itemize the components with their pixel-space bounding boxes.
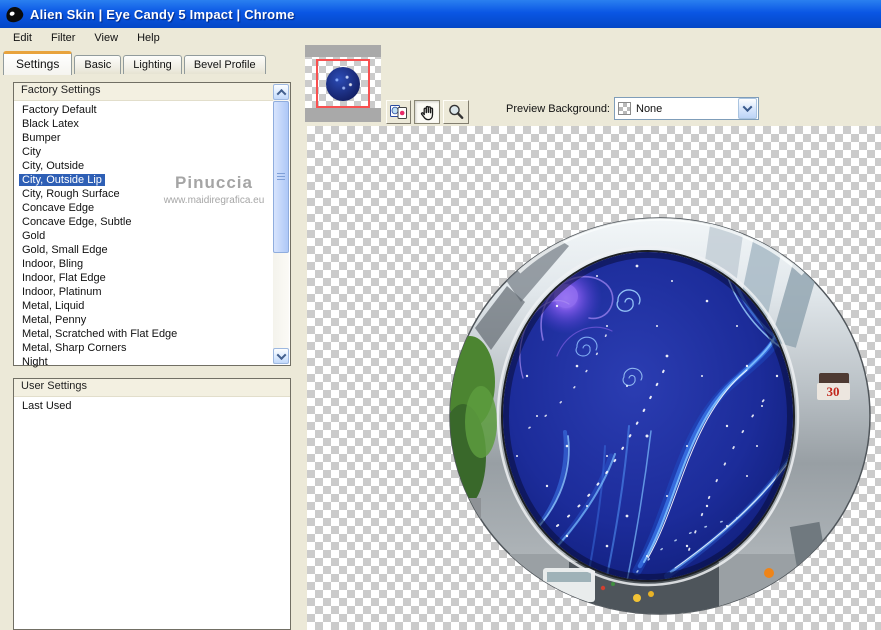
menu-edit[interactable]: Edit [4,29,42,47]
magnifier-icon [449,104,464,120]
preview-canvas[interactable]: 30 [307,126,881,630]
list-item[interactable]: Gold [14,229,272,243]
speed-sign-text: 30 [827,384,840,399]
navigator-canvas-edge [305,45,381,57]
list-item[interactable]: Metal, Liquid [14,299,272,313]
list-item[interactable]: Metal, Penny [14,313,272,327]
alien-skin-logo-icon [4,4,25,24]
scroll-up-button[interactable] [273,84,289,100]
tab-basic[interactable]: Basic [74,55,122,74]
factory-list-scrollbar[interactable] [273,84,289,364]
navigator-view-rect[interactable] [316,59,370,108]
zoom-tool-button[interactable] [443,100,469,124]
titlebar: Alien Skin | Eye Candy 5 Impact | Chrome [0,0,881,28]
list-item[interactable]: Gold, Small Edge [14,243,272,257]
list-item[interactable]: City [14,145,272,159]
menu-filter[interactable]: Filter [42,29,85,47]
list-item[interactable]: Concave Edge, Subtle [14,215,272,229]
factory-settings-header: Factory Settings [14,83,290,101]
scrollbar-thumb[interactable] [273,101,289,253]
list-item-selected[interactable]: City, Outside Lip [14,173,272,187]
menubar: Edit Filter View Help [0,28,881,48]
list-item[interactable]: Last Used [14,399,290,413]
preview-background-select[interactable]: None [614,97,759,120]
menu-view[interactable]: View [85,29,128,47]
chevron-down-icon [276,349,286,360]
tab-bevel-profile[interactable]: Bevel Profile [183,55,266,74]
list-item[interactable]: Indoor, Flat Edge [14,271,272,285]
preview-background-label: Preview Background: [506,103,610,115]
tab-settings[interactable]: Settings [3,51,73,75]
navigator-canvas-edge [305,108,381,122]
list-item[interactable]: Bumper [14,131,272,145]
list-item[interactable]: Indoor, Platinum [14,285,272,299]
tab-bar: Settings Basic Lighting Bevel Profile [3,50,268,75]
list-item[interactable]: City, Outside [14,159,272,173]
chevron-down-icon [742,102,753,113]
compare-preview-button[interactable] [386,100,411,124]
preview-navigator[interactable] [305,45,381,122]
list-item[interactable]: City, Rough Surface [14,187,272,201]
list-item[interactable]: Factory Default [14,103,272,117]
list-item[interactable]: Night [14,355,272,369]
compare-preview-icon [389,105,407,119]
list-item[interactable]: Black Latex [14,117,272,131]
tab-lighting[interactable]: Lighting [123,55,182,74]
combo-dropdown-button[interactable] [738,98,757,119]
list-item[interactable]: Metal, Sharp Corners [14,341,272,355]
scroll-down-button[interactable] [273,348,289,364]
list-item[interactable]: Concave Edge [14,201,272,215]
preview-background-value: None [636,102,663,115]
factory-settings-listbox: Factory Settings Factory Default Black L… [13,82,291,369]
scrollbar-grip-icon [277,173,285,181]
list-item[interactable]: Metal, Scratched with Flat Edge [14,327,272,341]
chevron-up-icon [276,88,286,99]
plugin-window: Alien Skin | Eye Candy 5 Impact | Chrome… [0,0,881,630]
window-title: Alien Skin | Eye Candy 5 Impact | Chrome [30,6,295,22]
hand-pan-button[interactable] [414,100,440,124]
user-settings-header: User Settings [14,379,290,397]
list-item[interactable]: Indoor, Bling [14,257,272,271]
user-settings-listbox: User Settings Last Used [13,378,291,630]
chrome-ring-preview: 30 [449,217,871,615]
menu-help[interactable]: Help [128,29,170,47]
transparency-swatch-icon [618,102,631,115]
hand-pan-icon [420,105,434,120]
